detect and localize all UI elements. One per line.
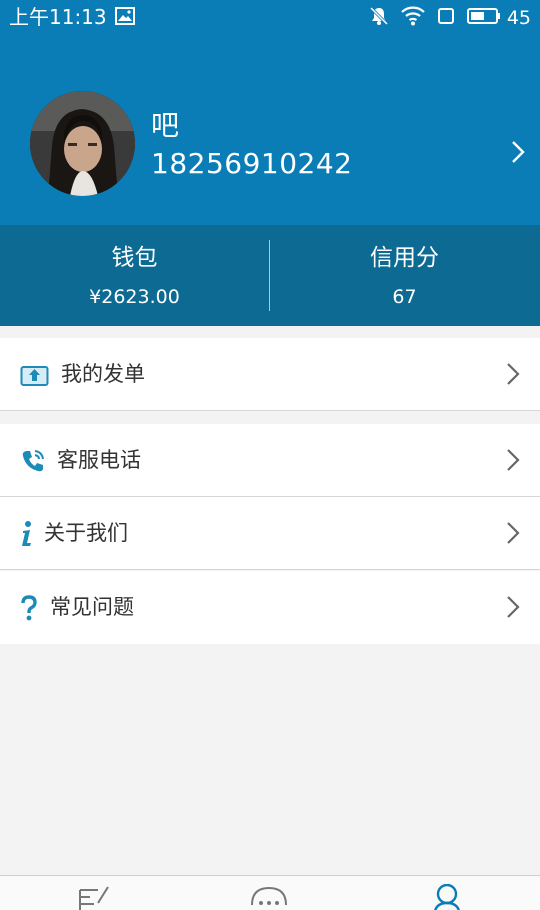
credit-stat[interactable]: 信用分 67 xyxy=(270,225,539,326)
status-time: 上午11:13 xyxy=(9,5,107,29)
status-bar: 上午11:13 45 xyxy=(0,0,540,36)
tab-orders[interactable] xyxy=(0,876,180,910)
question-icon xyxy=(20,571,38,644)
chevron-right-icon xyxy=(506,362,520,390)
profile-header[interactable]: 吧 18256910242 xyxy=(0,36,540,225)
user-name: 吧 xyxy=(151,109,180,142)
sim-icon xyxy=(437,7,455,29)
user-phone: 18256910242 xyxy=(151,147,353,180)
chevron-right-icon[interactable] xyxy=(510,139,526,169)
user-icon xyxy=(433,883,461,910)
menu-item-my-orders[interactable]: 我的发单 xyxy=(0,338,540,411)
wallet-label: 钱包 xyxy=(111,245,158,271)
phone-icon xyxy=(20,424,46,497)
menu-item-faq[interactable]: 常见问题 xyxy=(0,571,540,644)
credit-value: 67 xyxy=(392,286,417,308)
upload-icon xyxy=(20,338,49,411)
menu-label-faq: 常见问题 xyxy=(50,595,134,619)
wallet-value: ¥2623.00 xyxy=(89,286,180,308)
menu-item-about-us[interactable]: 关于我们 xyxy=(0,497,540,570)
menu-label-customer-service: 客服电话 xyxy=(57,448,141,472)
chevron-right-icon xyxy=(506,448,520,476)
credit-label: 信用分 xyxy=(370,245,439,271)
stats-panel: 钱包 ¥2623.00 信用分 67 xyxy=(0,225,540,326)
menu-label-my-orders: 我的发单 xyxy=(61,362,145,386)
menu-item-customer-service[interactable]: 客服电话 xyxy=(0,424,540,497)
tab-profile[interactable] xyxy=(360,876,540,910)
wallet-stat[interactable]: 钱包 ¥2623.00 xyxy=(0,225,269,326)
battery-level: 45 xyxy=(506,7,531,29)
battery-icon xyxy=(466,7,501,29)
chevron-right-icon xyxy=(506,521,520,549)
bottom-tab-bar xyxy=(0,875,540,910)
wifi-icon xyxy=(401,6,425,30)
mute-icon xyxy=(369,6,389,30)
status-icons: 45 xyxy=(357,6,540,30)
chevron-right-icon xyxy=(506,595,520,623)
edit-icon xyxy=(78,885,112,910)
menu-label-about-us: 关于我们 xyxy=(44,521,128,545)
image-notification-icon xyxy=(115,7,135,29)
avatar[interactable] xyxy=(30,91,135,196)
info-icon xyxy=(20,497,34,570)
tab-messages[interactable] xyxy=(180,876,360,910)
chat-icon xyxy=(250,886,288,910)
